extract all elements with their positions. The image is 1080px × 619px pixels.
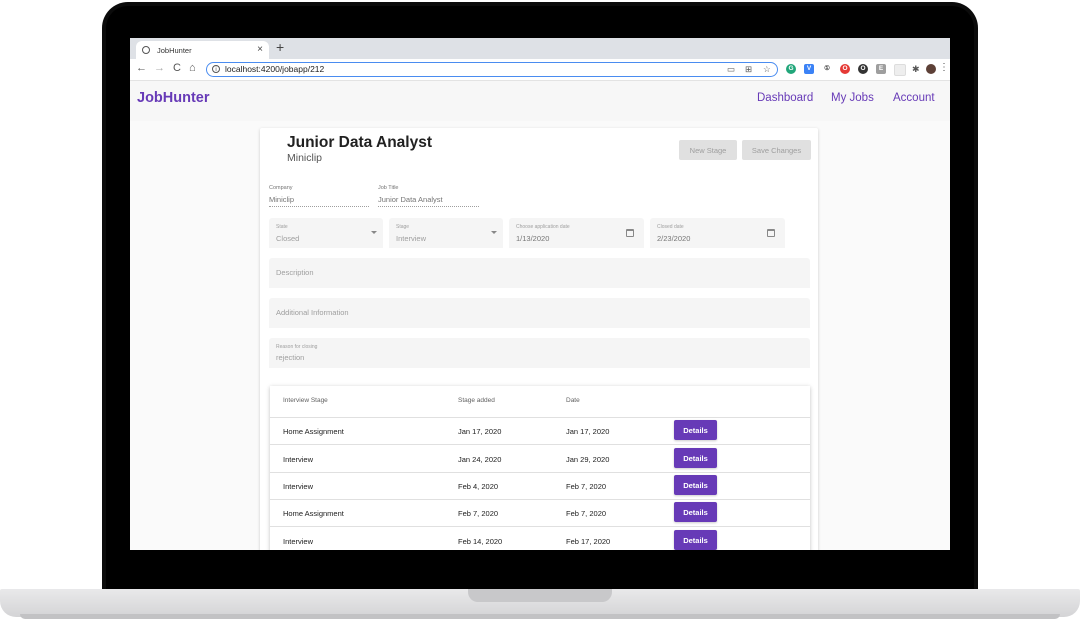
closed-date-value: 2/23/2020: [657, 234, 691, 243]
details-button[interactable]: Details: [674, 420, 717, 440]
cell-stage: Home Assignment: [283, 509, 344, 518]
table-row: Home Assignment Jan 17, 2020 Jan 17, 202…: [270, 417, 810, 445]
calendar-icon[interactable]: [626, 229, 634, 237]
back-icon[interactable]: ←: [136, 62, 147, 74]
job-title-value: Junior Data Analyst: [378, 195, 443, 204]
translate-icon[interactable]: ⊞: [745, 64, 752, 75]
table-row: Interview Jan 24, 2020 Jan 29, 2020 Deta…: [270, 445, 810, 473]
header-date[interactable]: Date: [566, 397, 580, 404]
tab-title: JobHunter: [157, 45, 192, 55]
header-stage-added[interactable]: Stage added: [458, 397, 495, 404]
profile-avatar[interactable]: [926, 64, 936, 74]
details-button[interactable]: Details: [674, 448, 717, 468]
header-interview-stage[interactable]: Interview Stage: [283, 397, 328, 404]
application-date-field[interactable]: Choose application date 1/13/2020: [509, 218, 644, 248]
cell-date: Feb 7, 2020: [566, 509, 607, 518]
site-info-icon[interactable]: i: [212, 65, 220, 73]
info-extension-icon[interactable]: ①: [822, 64, 832, 74]
home-icon[interactable]: ⌂: [189, 62, 196, 74]
job-title-label: Job Title: [378, 185, 399, 191]
browser-toolbar: ← → C ⌂ i localhost:4200/jobapp/212 ▭ ⊞ …: [130, 59, 950, 81]
address-bar[interactable]: i localhost:4200/jobapp/212 ▭ ⊞ ☆: [206, 62, 778, 77]
closed-date-field[interactable]: Closed date 2/23/2020: [650, 218, 785, 248]
laptop-notch: [468, 589, 612, 602]
blank-extension-icon[interactable]: [894, 64, 906, 76]
dark-extension-icon[interactable]: O: [858, 64, 868, 74]
brand-logo[interactable]: JobHunter: [137, 90, 210, 106]
company-value: Miniclip: [269, 195, 295, 204]
cast-icon[interactable]: ▭: [727, 64, 735, 75]
close-tab-icon[interactable]: ×: [257, 44, 263, 55]
cell-stage: Interview: [283, 482, 314, 491]
table-row: Interview Feb 14, 2020 Feb 17, 2020 Deta…: [270, 527, 810, 550]
cell-date: Feb 7, 2020: [566, 482, 607, 491]
table-row: Home Assignment Feb 7, 2020 Feb 7, 2020 …: [270, 499, 810, 527]
browser-tab[interactable]: JobHunter ×: [136, 41, 269, 59]
puzzle-extensions-icon[interactable]: ✱: [912, 64, 920, 75]
company-subtitle: Miniclip: [287, 152, 323, 164]
details-button[interactable]: Details: [674, 530, 717, 550]
company-label: Company: [269, 185, 293, 191]
job-application-card: Junior Data Analyst Miniclip New Stage S…: [260, 128, 818, 550]
stage-value: Interview: [396, 234, 427, 243]
app-header: JobHunter Dashboard My Jobs Account: [130, 81, 950, 121]
reason-value: rejection: [276, 353, 305, 362]
cell-date: Jan 29, 2020: [566, 455, 610, 464]
new-tab-button[interactable]: +: [276, 39, 284, 55]
cell-date: Feb 17, 2020: [566, 537, 611, 546]
laptop-base-shadow: [20, 614, 1060, 619]
bookmark-star-icon[interactable]: ☆: [763, 64, 771, 75]
reason-label: Reason for closing: [276, 344, 318, 350]
v-extension-icon[interactable]: V: [804, 64, 814, 74]
browser-menu-icon[interactable]: ⋮: [939, 62, 949, 73]
url-text: localhost:4200/jobapp/212: [225, 64, 325, 74]
globe-icon: [142, 46, 150, 54]
cell-added: Feb 14, 2020: [458, 537, 503, 546]
cell-added: Jan 17, 2020: [458, 427, 502, 436]
cell-added: Jan 24, 2020: [458, 455, 502, 464]
reason-for-closing-field[interactable]: Reason for closing rejection: [269, 338, 810, 368]
table-header: Interview Stage Stage added Date: [270, 386, 810, 418]
cell-added: Feb 7, 2020: [458, 509, 499, 518]
state-select[interactable]: State Closed: [269, 218, 383, 248]
company-field[interactable]: Company Miniclip: [269, 185, 369, 207]
cell-stage: Interview: [283, 455, 314, 464]
description-placeholder: Description: [276, 268, 314, 277]
chevron-down-icon: [491, 231, 497, 234]
description-field[interactable]: Description: [269, 258, 810, 288]
chevron-down-icon: [371, 231, 377, 234]
additional-info-field[interactable]: Additional Information: [269, 298, 810, 328]
job-title-field[interactable]: Job Title Junior Data Analyst: [378, 185, 479, 207]
grammarly-extension-icon[interactable]: G: [786, 64, 796, 74]
details-button[interactable]: Details: [674, 475, 717, 495]
state-label: State: [276, 224, 288, 230]
application-date-label: Choose application date: [516, 224, 570, 230]
nav-dashboard[interactable]: Dashboard: [757, 92, 813, 104]
cell-date: Jan 17, 2020: [566, 427, 610, 436]
forward-icon[interactable]: →: [154, 62, 165, 74]
interview-stages-table: Interview Stage Stage added Date Home As…: [270, 386, 810, 550]
table-row: Interview Feb 4, 2020 Feb 7, 2020 Detail…: [270, 472, 810, 500]
job-title-heading: Junior Data Analyst: [287, 134, 432, 151]
nav-account[interactable]: Account: [893, 92, 935, 104]
state-value: Closed: [276, 234, 300, 243]
additional-info-placeholder: Additional Information: [276, 308, 349, 317]
calendar-icon[interactable]: [767, 229, 775, 237]
tab-bar: JobHunter × +: [130, 38, 950, 59]
save-changes-button[interactable]: Save Changes: [742, 140, 811, 160]
red-extension-icon[interactable]: O: [840, 64, 850, 74]
closed-date-label: Closed date: [657, 224, 684, 230]
reload-icon[interactable]: C: [173, 62, 181, 74]
cell-stage: Interview: [283, 537, 314, 546]
browser-window: JobHunter × + ← → C ⌂ i localhost:4200/j…: [130, 38, 950, 550]
e-extension-icon[interactable]: E: [876, 64, 886, 74]
nav-my-jobs[interactable]: My Jobs: [831, 92, 874, 104]
new-stage-button[interactable]: New Stage: [679, 140, 737, 160]
cell-stage: Home Assignment: [283, 427, 344, 436]
stage-select[interactable]: Stage Interview: [389, 218, 503, 248]
application-date-value: 1/13/2020: [516, 234, 550, 243]
stage-label: Stage: [396, 224, 410, 230]
details-button[interactable]: Details: [674, 502, 717, 522]
cell-added: Feb 4, 2020: [458, 482, 499, 491]
